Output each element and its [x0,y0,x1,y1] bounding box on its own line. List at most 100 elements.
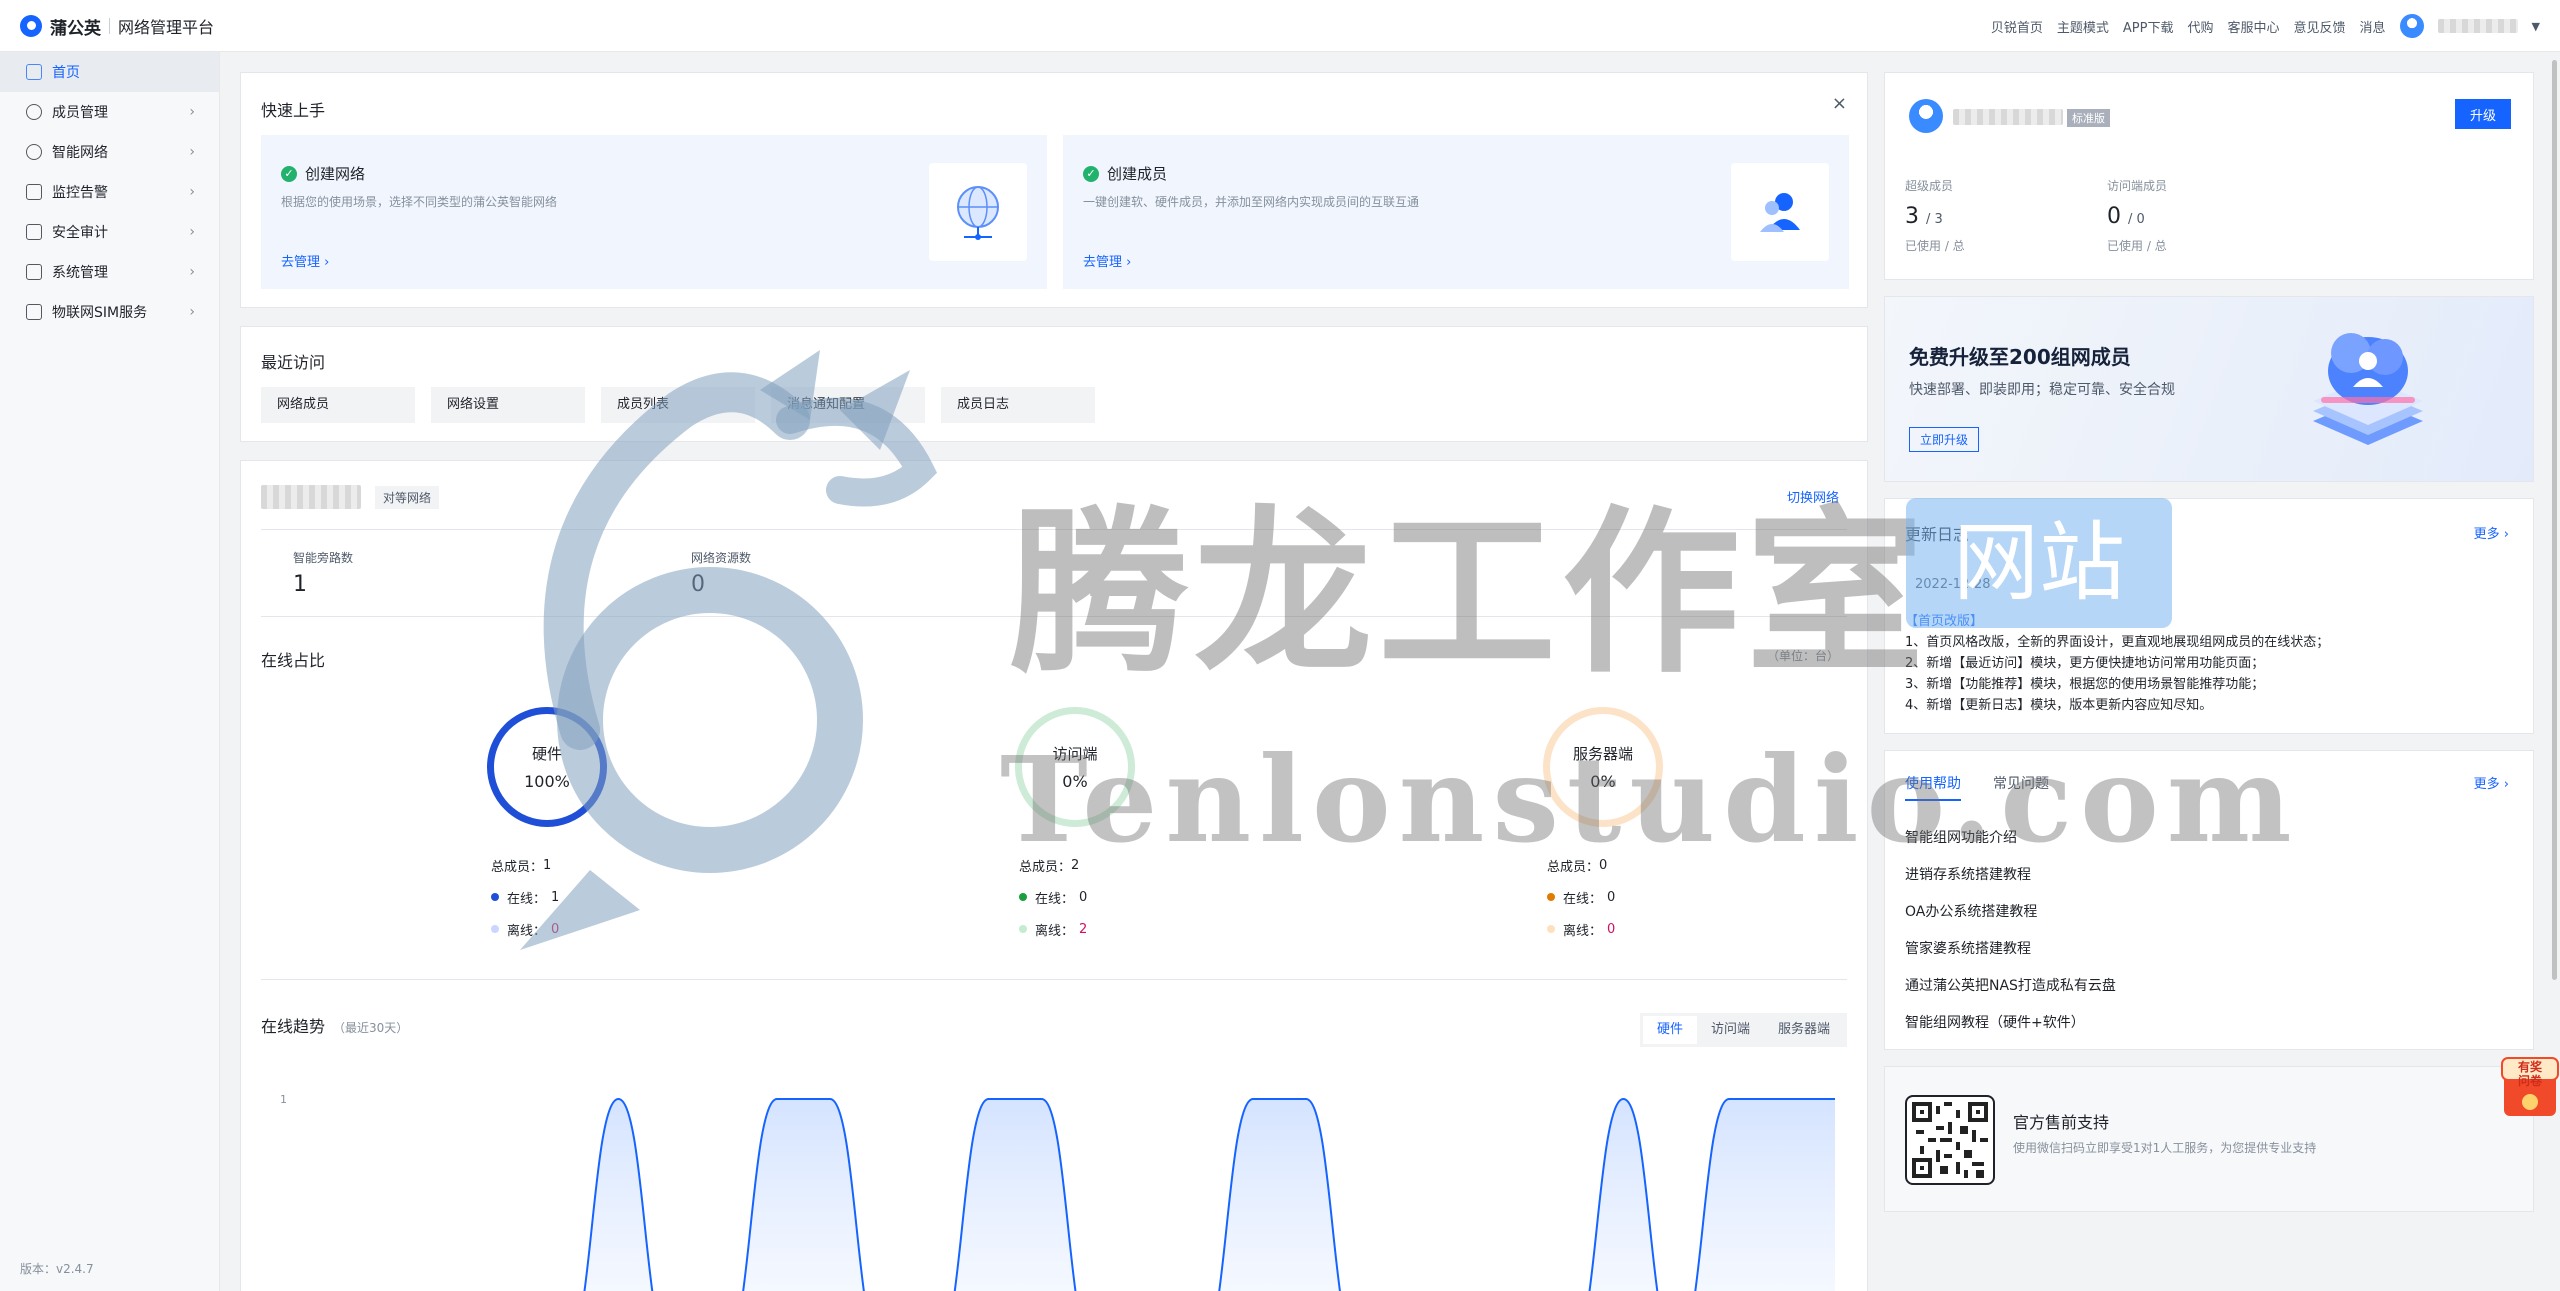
network-name: 对等网络 [261,485,440,509]
check-icon: ✓ [1083,165,1099,182]
help-item[interactable]: OA办公系统搭建教程 [1905,901,2116,938]
sidebar-item-audit[interactable]: 安全审计 › [0,212,219,252]
manage-link-label: 去管理 [281,255,321,270]
prize-survey-label: 有奖 问卷 [2510,1060,2550,1088]
recent-item-member-list[interactable]: 成员列表 [601,387,755,423]
quota-sub: 已使用 / 总 [2107,239,2167,253]
account-avatar [1909,99,1943,133]
total-label: 总成员： [1019,859,1072,875]
wechat-qr-code [1905,1095,1995,1185]
nav-app-download[interactable]: APP下载 [2123,17,2174,36]
sidebar-item-system[interactable]: 系统管理 › [0,252,219,292]
divider [261,616,1847,617]
nav-service-center[interactable]: 客服中心 [2227,17,2279,36]
sidebar-item-members[interactable]: 成员管理 › [0,92,219,132]
divider [261,979,1847,980]
changelog-more-link[interactable]: 更多 › [2474,523,2509,542]
help-item[interactable]: 进销存系统搭建教程 [1905,864,2116,901]
chevron-right-icon: › [189,304,195,320]
online-label: 在线： [507,891,547,907]
tab-access-client[interactable]: 访问端 [1697,1016,1764,1044]
close-icon[interactable]: × [1832,93,1847,114]
help-item[interactable]: 管家婆系统搭建教程 [1905,938,2116,975]
sidebar-item-label: 智能网络 [52,145,108,161]
create-member-manage-link[interactable]: 去管理 › [1083,251,1131,270]
ring-label: 硬件 [531,745,562,763]
help-item[interactable]: 智能组网教程（硬件+软件） [1905,1012,2116,1049]
username-redacted[interactable] [2437,19,2518,33]
caret-down-icon[interactable]: ▼ [2532,20,2540,33]
help-item[interactable]: 通过蒲公英把NAS打造成私有云盘 [1905,975,2116,1012]
changelog-items: 【首页改版】 1、首页风格改版，全新的界面设计，更直观地展现组网成员的在线状态；… [1905,611,2329,716]
divider [261,529,1847,530]
sidebar-item-smart-network[interactable]: 智能网络 › [0,132,219,172]
nav-oray-home[interactable]: 贝锐首页 [1991,17,2043,36]
sidebar-item-iot-sim[interactable]: 物联网SIM服务 › [0,292,219,332]
upgrade-promo-banner: 免费升级至200组网成员 快速部署、即装即用；稳定可靠、安全合规 立即升级 [1884,296,2534,482]
offline-label: 离线： [507,923,547,939]
recent-item-network-members[interactable]: 网络成员 [261,387,415,423]
nav-theme-mode[interactable]: 主题模式 [2057,17,2109,36]
cloud-user-illustration-icon [2313,333,2423,445]
brand[interactable]: 蒲公英 网络管理平台 [20,12,214,40]
home-icon [26,64,42,80]
offline-dot-icon [491,925,499,933]
ring-server: 服务器端 0% 总成员： 0 在线： 0 离线： 0 [1519,707,1759,945]
sidebar-item-label: 首页 [52,65,80,81]
recent-item-member-log[interactable]: 成员日志 [941,387,1095,423]
sidebar-item-label: 监控告警 [52,185,108,201]
sidebar-item-home[interactable]: 首页 [0,52,219,92]
online-value: 0 [1607,889,1616,905]
unit-label: （单位：台） [1766,649,1839,663]
settings-icon [26,264,42,280]
sidebar: 首页 成员管理 › 智能网络 › 监控告警 › 安全审计 › 系统管理 › 物联… [0,52,220,1291]
top-bar: 蒲公英 网络管理平台 贝锐首页 主题模式 APP下载 代购 客服中心 意见反馈 … [0,0,2560,52]
tab-hardware[interactable]: 硬件 [1642,1016,1697,1044]
create-network-manage-link[interactable]: 去管理 › [281,251,329,270]
sidebar-item-label: 成员管理 [52,105,108,121]
create-member-title: 创建成员 [1107,165,1168,183]
tab-faq[interactable]: 常见问题 [1993,773,2049,801]
switch-network-link[interactable]: 切换网络 [1787,487,1839,506]
monitor-icon [26,184,42,200]
recent-visits-list: 网络成员 网络设置 成员列表 消息通知配置 成员日志 [261,387,1095,423]
offline-value: 0 [551,921,560,937]
help-tabs: 使用帮助 常见问题 [1905,773,2049,801]
prize-survey-float-button[interactable]: 有奖 问卷 [2500,1052,2560,1122]
total-value: 2 [1071,857,1080,873]
sidebar-item-monitoring[interactable]: 监控告警 › [0,172,219,212]
version-label: 版本：v2.4.7 [20,1262,94,1276]
network-overview-card: 对等网络 切换网络 智能旁路数 1 网络资源数 0 在线占比 （单位：台） 硬件… [240,460,1868,1291]
total-label: 总成员： [491,859,544,875]
help-item[interactable]: 智能组网功能介绍 [1905,827,2116,864]
promo-upgrade-button[interactable]: 立即升级 [1909,427,1980,452]
brand-name: 蒲公英 [50,18,101,39]
y-tick-label: 1 [280,1093,287,1106]
recent-item-notification-config[interactable]: 消息通知配置 [771,387,925,423]
create-network-box: ✓ 创建网络 根据您的使用场景，选择不同类型的蒲公英智能网络 去管理 › [261,135,1047,289]
offline-dot-icon [1547,925,1555,933]
quota-sub: 已使用 / 总 [1905,239,1965,253]
user-avatar[interactable] [2399,14,2424,38]
trend-title-text: 在线趋势 [261,1017,326,1036]
nav-feedback[interactable]: 意见反馈 [2294,17,2346,36]
ring-chart: 服务器端 0% [1543,707,1663,827]
offline-label: 离线： [1035,923,1075,939]
help-more-link[interactable]: 更多 › [2474,773,2509,792]
online-dot-icon [491,893,499,901]
sidebar-item-label: 安全审计 [52,225,108,241]
ring-value: 0% [1062,772,1088,791]
page-scrollbar[interactable] [2552,60,2557,980]
nav-purchase[interactable]: 代购 [2187,17,2213,36]
promo-subtitle: 快速部署、即装即用；稳定可靠、安全合规 [1909,382,2175,398]
tab-server[interactable]: 服务器端 [1764,1016,1844,1044]
network-name-redacted [261,485,361,509]
tab-usage-help[interactable]: 使用帮助 [1905,773,1961,801]
changelog-title: 更新日志 [1905,525,1970,544]
network-icon [26,144,42,160]
online-value: 0 [1079,889,1088,905]
recent-item-network-settings[interactable]: 网络设置 [431,387,585,423]
online-value: 1 [551,889,560,905]
nav-messages[interactable]: 消息 [2360,17,2386,36]
upgrade-button[interactable]: 升级 [2455,99,2511,129]
